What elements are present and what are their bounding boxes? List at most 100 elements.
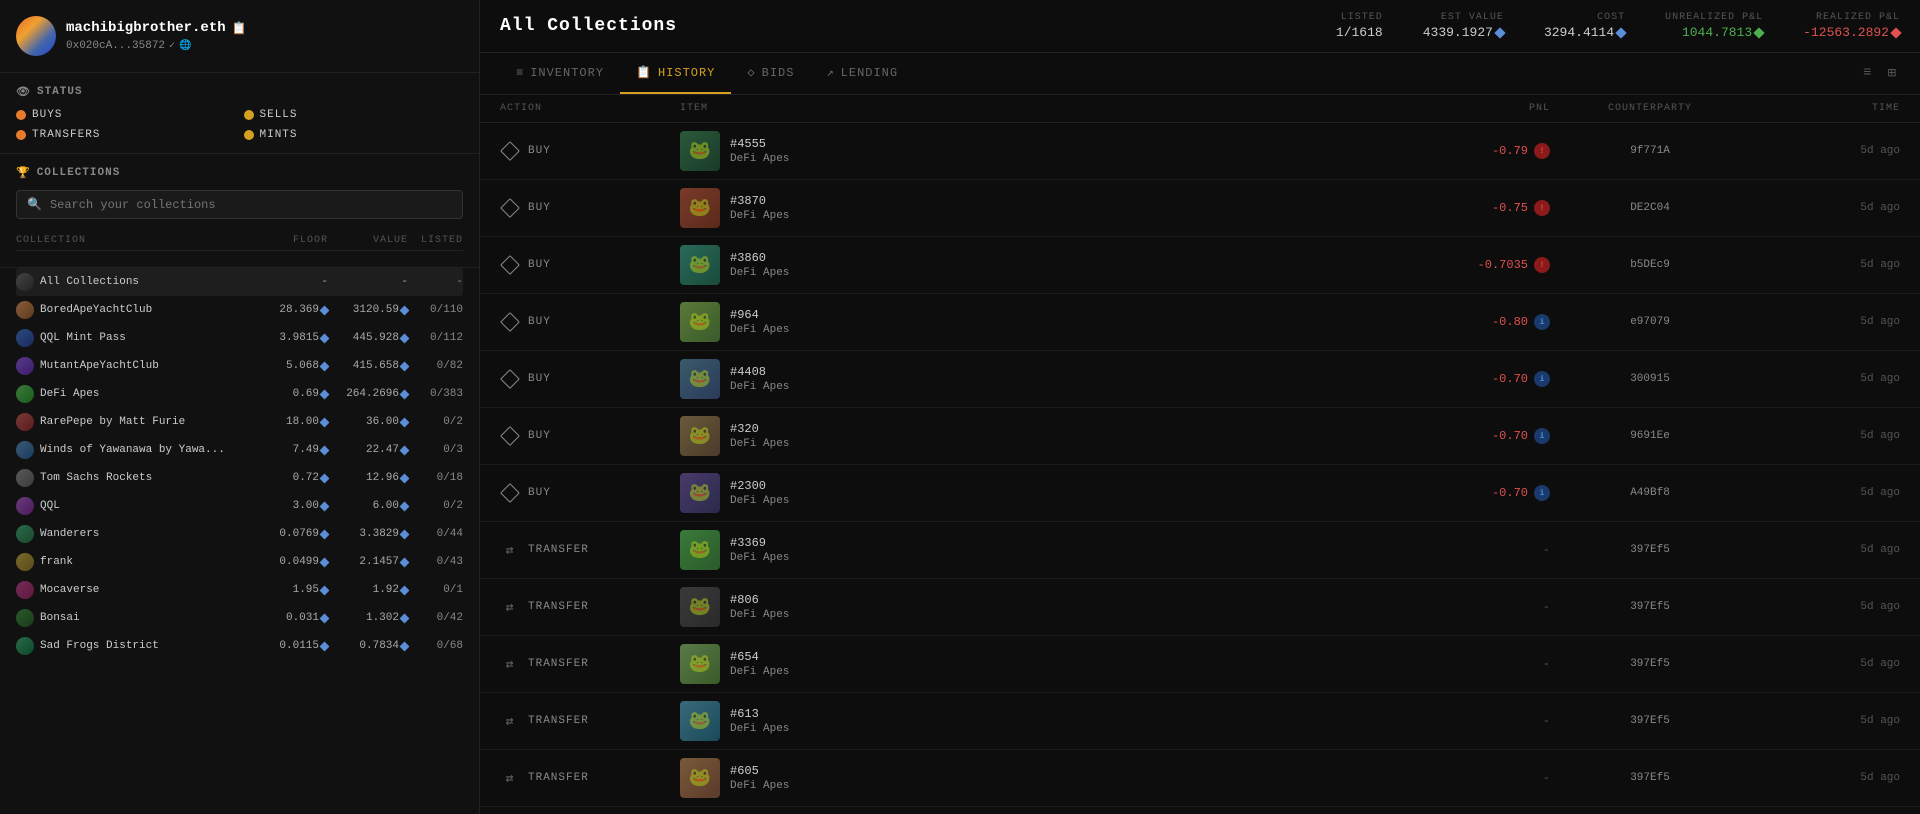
collection-name: MutantApeYachtClub xyxy=(40,360,159,372)
eth-icon-realized xyxy=(1890,27,1901,38)
buy-icon xyxy=(500,141,520,161)
tab-history[interactable]: 📋 HISTORY xyxy=(620,53,731,94)
list-item[interactable]: QQL Mint Pass 3.9815 445.928 0/112 xyxy=(16,324,463,352)
collection-name-cell: QQL xyxy=(16,497,248,515)
table-row[interactable]: BUY 🐸 #964 DeFi Apes -0.80i e97079 5d ag… xyxy=(480,294,1920,351)
list-item[interactable]: Wanderers 0.0769 3.3829 0/44 xyxy=(16,520,463,548)
transfers-dot xyxy=(16,130,26,140)
list-item[interactable]: MutantApeYachtClub 5.068 415.658 0/82 xyxy=(16,352,463,380)
list-item[interactable]: Bonsai 0.031 1.302 0/42 xyxy=(16,604,463,632)
action-cell: ⇄ TRANSFER xyxy=(500,768,680,788)
list-item[interactable]: QQL 3.00 6.00 0/2 xyxy=(16,492,463,520)
grid-view-icon[interactable]: ⊞ xyxy=(1884,61,1900,86)
pnl-value: -0.70 xyxy=(1492,486,1528,500)
nft-thumbnail: 🐸 xyxy=(680,131,720,171)
collection-listed: 0/2 xyxy=(408,416,463,428)
buy-icon xyxy=(500,198,520,218)
collection-name: QQL xyxy=(40,500,60,512)
list-item[interactable]: frank 0.0499 2.1457 0/43 xyxy=(16,548,463,576)
list-item[interactable]: RarePepe by Matt Furie 18.00 36.00 0/2 xyxy=(16,408,463,436)
status-transfers[interactable]: TRANSFERS xyxy=(16,129,236,141)
item-info: #964 DeFi Apes xyxy=(730,308,789,336)
action-icon-wrap: ⇄ xyxy=(500,768,520,788)
table-row[interactable]: ⇄ TRANSFER 🐸 #605 DeFi Apes - 397Ef5 5d … xyxy=(480,750,1920,807)
status-section: 👁 STATUS BUYS SELLS TRANSFERS MINTS xyxy=(0,73,479,154)
item-collection: DeFi Apes xyxy=(730,267,789,279)
table-row[interactable]: BUY 🐸 #4555 DeFi Apes -0.79! 9f771A 5d a… xyxy=(480,123,1920,180)
action-cell: BUY xyxy=(500,483,680,503)
item-collection: DeFi Apes xyxy=(730,381,789,393)
collection-floor: 0.0115 xyxy=(248,640,328,652)
list-item[interactable]: Tom Sachs Rockets 0.72 12.96 0/18 xyxy=(16,464,463,492)
counterparty-cell: b5DEc9 xyxy=(1550,259,1750,271)
collection-listed: 0/3 xyxy=(408,444,463,456)
list-item[interactable]: BoredApeYachtClub 28.369 3120.59 0/110 xyxy=(16,296,463,324)
stat-cost: COST 3294.4114 xyxy=(1544,12,1625,40)
table-row[interactable]: BUY 🐸 #2300 DeFi Apes -0.70i A49Bf8 5d a… xyxy=(480,465,1920,522)
item-collection: DeFi Apes xyxy=(730,438,789,450)
table-header: ACTION ITEM PNL COUNTERPARTY TIME xyxy=(480,95,1920,123)
transfer-icon: ⇄ xyxy=(506,600,515,615)
nft-face: 🐸 xyxy=(680,416,720,456)
table-row[interactable]: ⇄ TRANSFER 🐸 #3369 DeFi Apes - 397Ef5 5d… xyxy=(480,522,1920,579)
th-item: ITEM xyxy=(680,103,1400,114)
item-id: #3870 xyxy=(730,194,789,208)
status-sells[interactable]: SELLS xyxy=(244,109,464,121)
collection-floor: 0.0769 xyxy=(248,528,328,540)
table-row[interactable]: BUY 🐸 #3860 DeFi Apes -0.7035! b5DEc9 5d… xyxy=(480,237,1920,294)
table-row[interactable]: ⇄ TRANSFER 🐸 #468 DeFi Apes - 397Ef5 5d … xyxy=(480,807,1920,814)
collection-value: 2.1457 xyxy=(328,556,408,568)
tab-inventory[interactable]: ≡ INVENTORY xyxy=(500,54,620,94)
tab-lending[interactable]: ↗ LENDING xyxy=(810,53,914,94)
list-item[interactable]: Sad Frogs District 0.0115 0.7834 0/68 xyxy=(16,632,463,660)
collection-avatar xyxy=(16,637,34,655)
pnl-cell: -0.79! xyxy=(1400,143,1550,159)
list-view-icon[interactable]: ≡ xyxy=(1859,61,1875,86)
collection-floor: 0.69 xyxy=(248,388,328,400)
table-row[interactable]: ⇄ TRANSFER 🐸 #806 DeFi Apes - 397Ef5 5d … xyxy=(480,579,1920,636)
nav-tabs: ≡ INVENTORY 📋 HISTORY ◇ BIDS ↗ LENDING ≡… xyxy=(480,53,1920,95)
table-row[interactable]: BUY 🐸 #4408 DeFi Apes -0.70i 300915 5d a… xyxy=(480,351,1920,408)
collection-name-cell: Sad Frogs District xyxy=(16,637,248,655)
table-row[interactable]: ⇄ TRANSFER 🐸 #654 DeFi Apes - 397Ef5 5d … xyxy=(480,636,1920,693)
collection-listed: 0/43 xyxy=(408,556,463,568)
item-info: #806 DeFi Apes xyxy=(730,593,789,621)
item-cell: 🐸 #654 DeFi Apes xyxy=(680,644,1400,684)
item-cell: 🐸 #806 DeFi Apes xyxy=(680,587,1400,627)
collection-floor: 0.72 xyxy=(248,472,328,484)
pnl-dash: - xyxy=(1543,657,1550,671)
buy-icon xyxy=(500,255,520,275)
stat-est-value: EST VALUE 4339.1927 xyxy=(1423,12,1504,40)
status-mints[interactable]: MINTS xyxy=(244,129,464,141)
counterparty-cell: 397Ef5 xyxy=(1550,772,1750,784)
main-content: All Collections LISTED 1/1618 EST VALUE … xyxy=(480,0,1920,814)
status-buys[interactable]: BUYS xyxy=(16,109,236,121)
nft-thumbnail: 🐸 xyxy=(680,359,720,399)
transfers-label: TRANSFERS xyxy=(32,129,100,141)
collection-listed: 0/82 xyxy=(408,360,463,372)
pnl-badge-blue: i xyxy=(1534,485,1550,501)
all-value: - xyxy=(328,276,408,288)
pnl-badge-red: ! xyxy=(1534,200,1550,216)
table-row[interactable]: BUY 🐸 #3870 DeFi Apes -0.75! DE2C04 5d a… xyxy=(480,180,1920,237)
table-row[interactable]: ⇄ TRANSFER 🐸 #613 DeFi Apes - 397Ef5 5d … xyxy=(480,693,1920,750)
tab-bids[interactable]: ◇ BIDS xyxy=(731,53,810,94)
pnl-dash: - xyxy=(1543,714,1550,728)
action-label: BUY xyxy=(528,202,551,214)
list-item[interactable]: DeFi Apes 0.69 264.2696 0/383 xyxy=(16,380,463,408)
search-input[interactable] xyxy=(50,198,452,212)
table-row[interactable]: BUY 🐸 #320 DeFi Apes -0.70i 9691Ee 5d ag… xyxy=(480,408,1920,465)
item-info: #654 DeFi Apes xyxy=(730,650,789,678)
list-item[interactable]: Mocaverse 1.95 1.92 0/1 xyxy=(16,576,463,604)
mints-label: MINTS xyxy=(260,129,298,141)
external-link-icon[interactable]: 🌐 xyxy=(179,40,191,52)
item-id: #654 xyxy=(730,650,789,664)
copy-address-icon[interactable]: 📋 xyxy=(232,21,247,36)
counterparty-cell: 9f771A xyxy=(1550,145,1750,157)
nft-thumbnail: 🐸 xyxy=(680,644,720,684)
collection-row-all[interactable]: All Collections - - - xyxy=(16,268,463,296)
counterparty-cell: A49Bf8 xyxy=(1550,487,1750,499)
list-item[interactable]: Winds of Yawanawa by Yawa... 7.49 22.47 … xyxy=(16,436,463,464)
search-box[interactable]: 🔍 xyxy=(16,190,463,219)
collection-name-cell: Tom Sachs Rockets xyxy=(16,469,248,487)
